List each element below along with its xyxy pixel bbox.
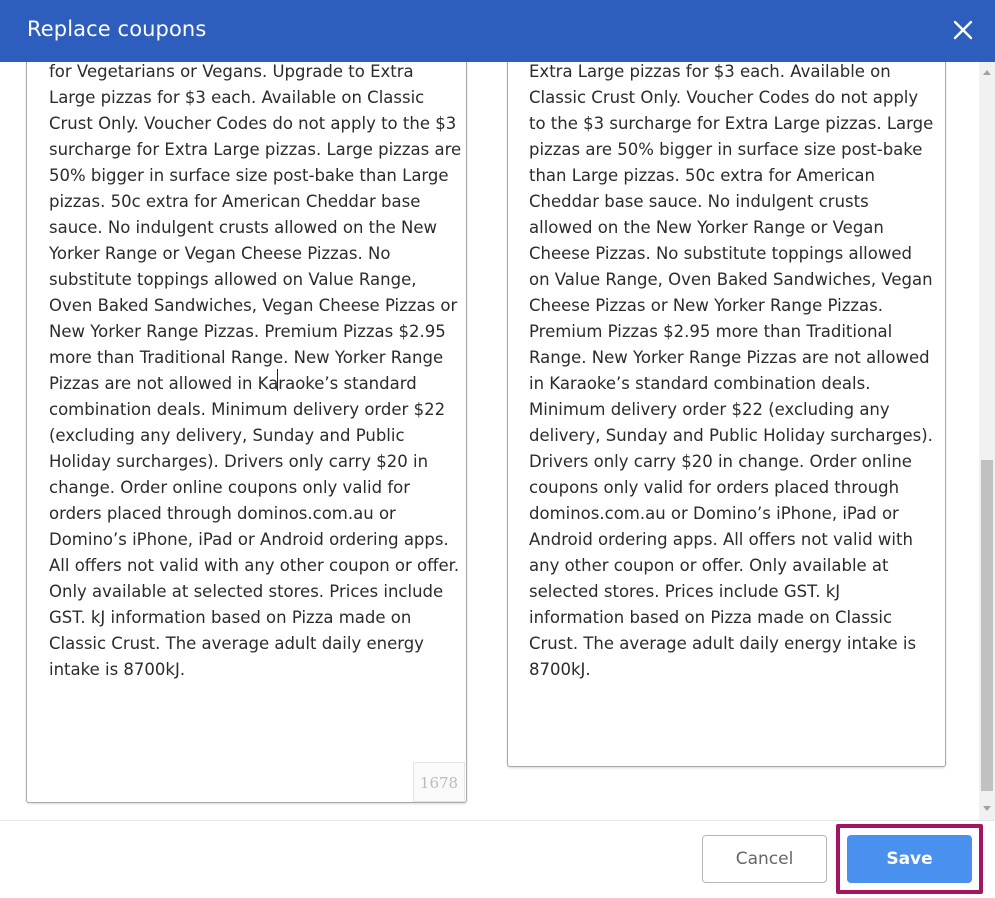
coupon-terms-text-left: Gluten Free & Vegan Mozzarella. Garlic B…	[49, 62, 462, 679]
dialog-body: Gluten Free & Vegan Mozzarella. Garlic B…	[0, 62, 979, 820]
chevron-up-icon	[983, 70, 991, 75]
close-button[interactable]	[947, 14, 979, 46]
close-icon	[953, 20, 973, 40]
dialog-header: Replace coupons	[0, 0, 995, 62]
coupon-terms-textarea-left[interactable]: Gluten Free & Vegan Mozzarella. Garlic B…	[26, 62, 467, 803]
scroll-thumb[interactable]	[981, 460, 993, 791]
cancel-button[interactable]: Cancel	[702, 835, 827, 883]
dialog-footer: Cancel Save	[0, 820, 995, 898]
scroll-down-button[interactable]	[979, 800, 995, 816]
coupon-terms-text-right: Bread Crust contains animal products & i…	[529, 62, 934, 679]
text-cursor	[277, 369, 278, 391]
coupon-terms-textarea-right[interactable]: Bread Crust contains animal products & i…	[507, 62, 946, 767]
scroll-up-button[interactable]	[979, 65, 995, 81]
save-button[interactable]: Save	[847, 835, 972, 883]
dialog-scrollbar[interactable]	[979, 62, 995, 820]
dialog-title: Replace coupons	[27, 17, 207, 41]
character-count: 1678	[413, 762, 465, 802]
chevron-down-icon	[983, 806, 991, 811]
